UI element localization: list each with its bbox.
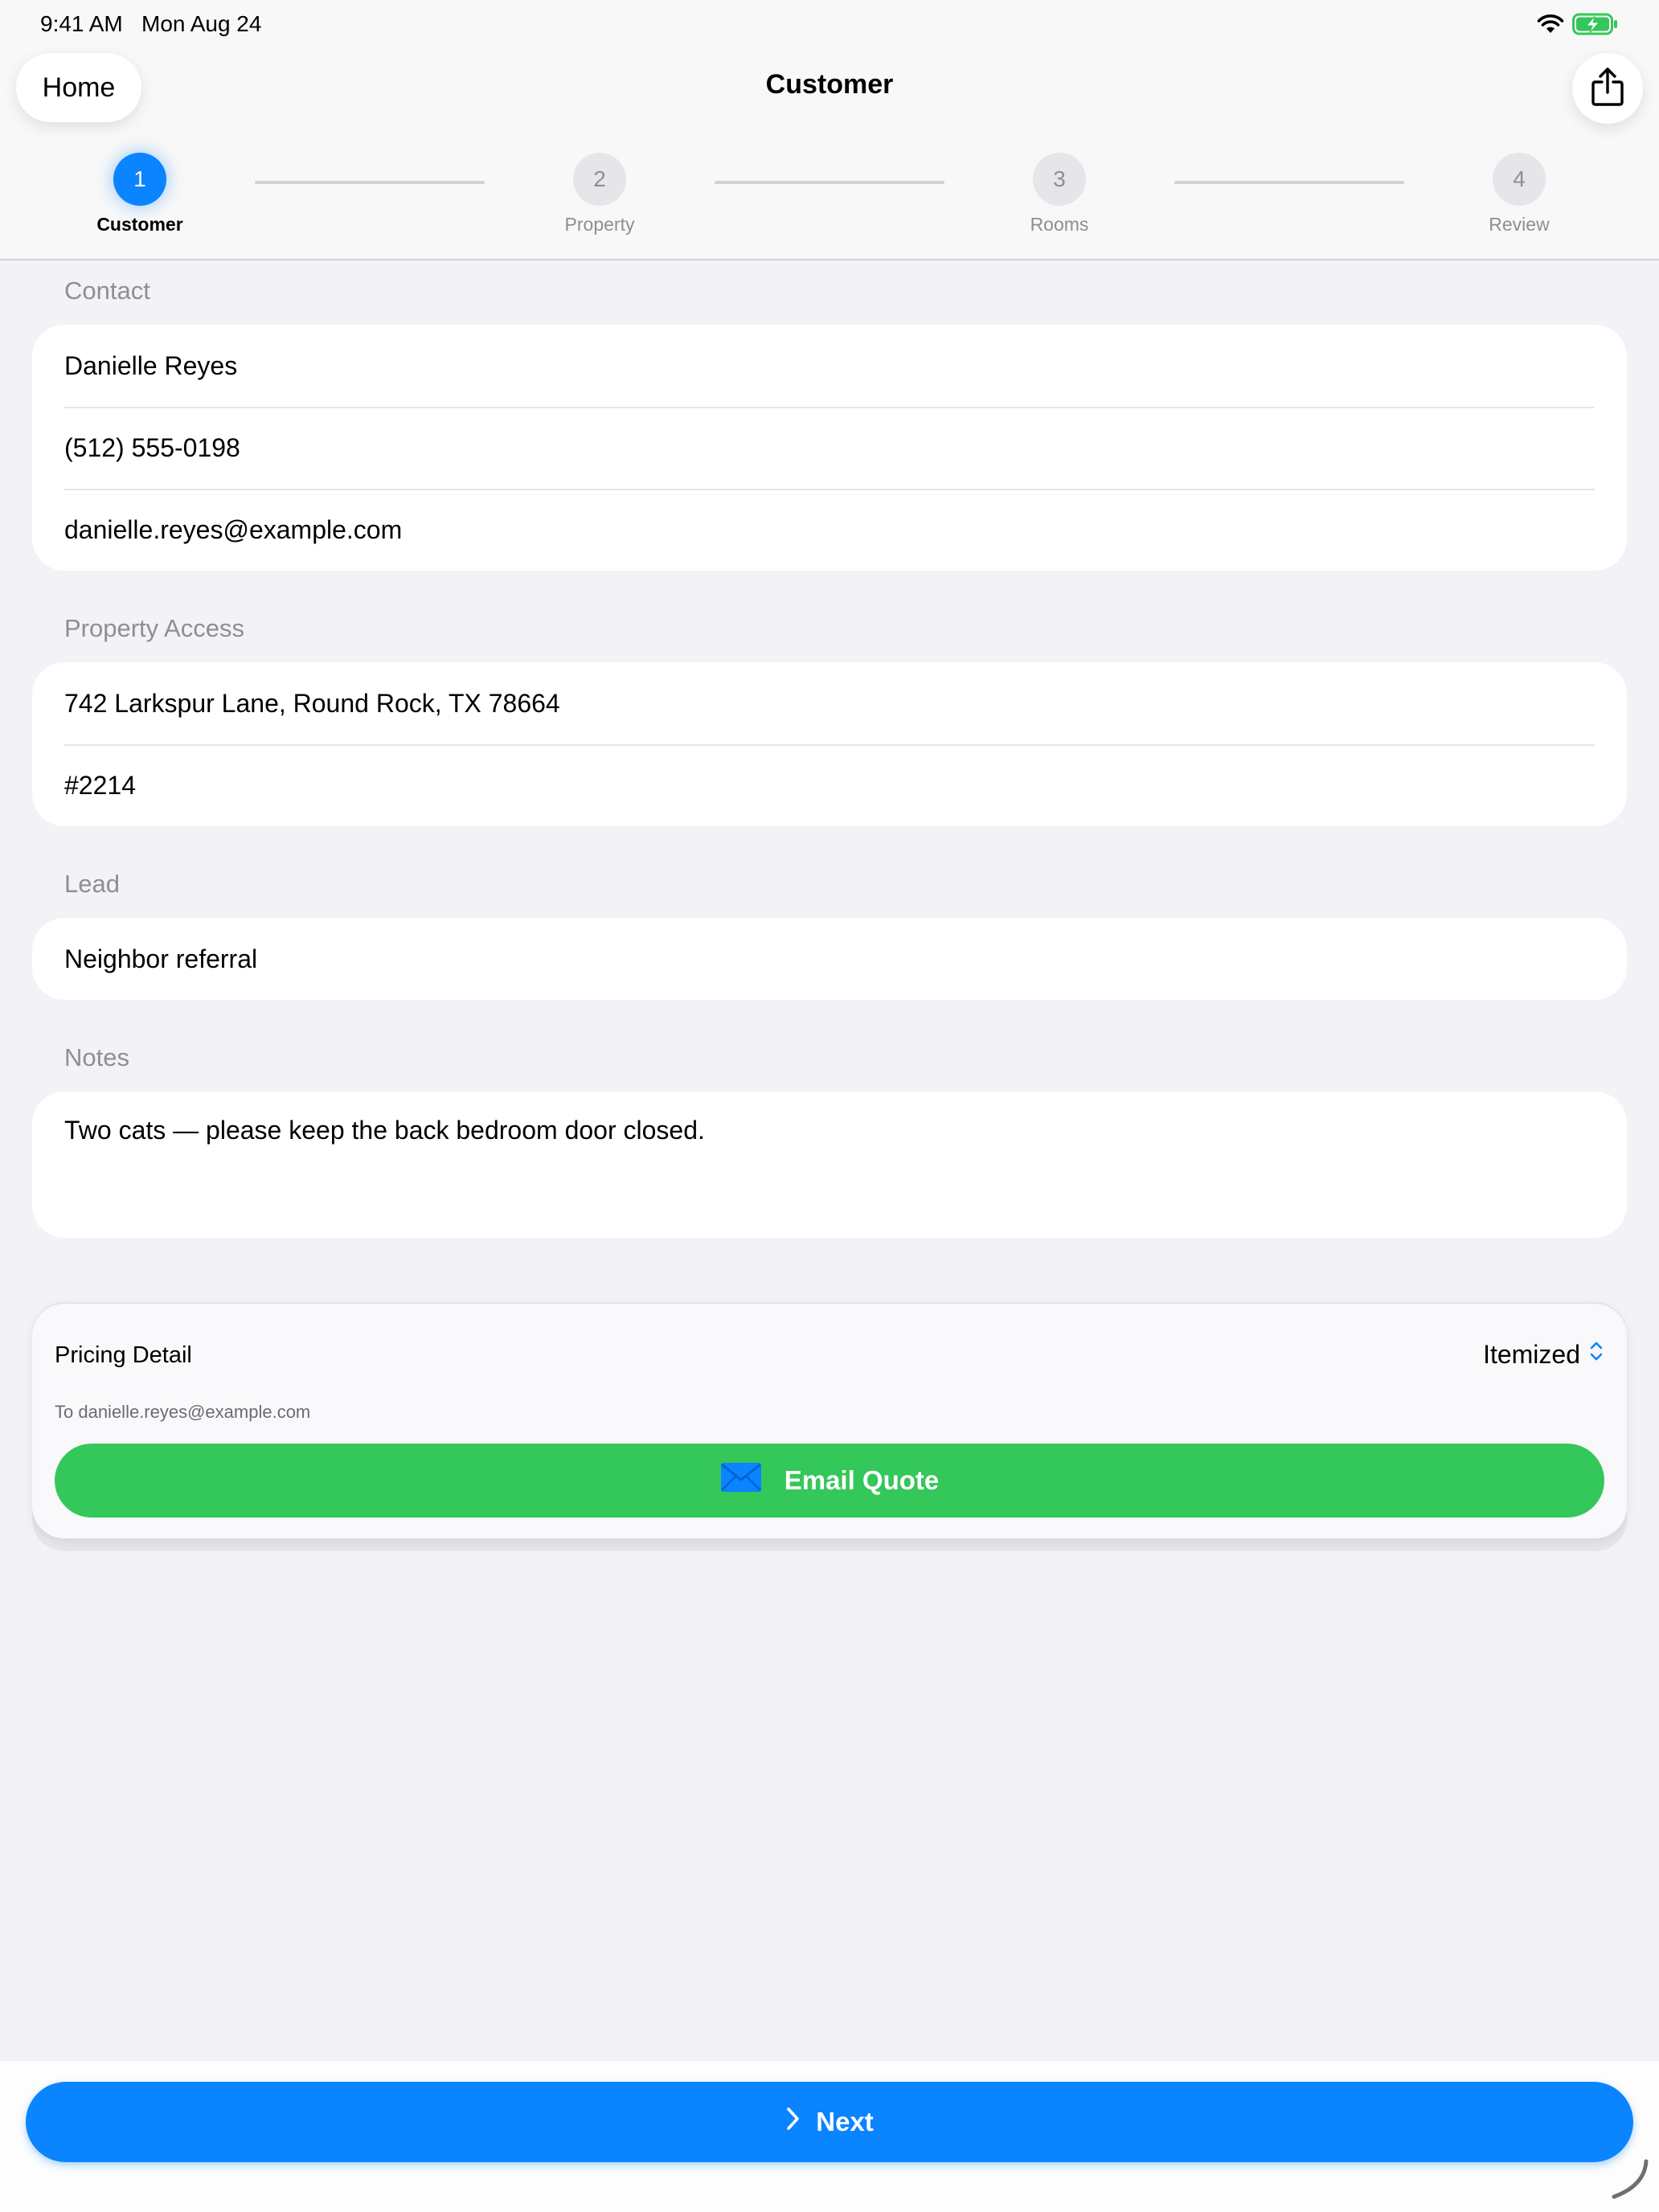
step-connector xyxy=(1174,181,1404,184)
next-button[interactable]: Next xyxy=(26,2082,1633,2162)
status-icons xyxy=(1537,13,1619,39)
recipient-line: To danielle.reyes@example.com xyxy=(55,1402,311,1422)
top-bar: 9:41 AM Mon Aug 24 Home Customer 1 Custo… xyxy=(0,0,1659,260)
envelope-icon xyxy=(720,1462,762,1499)
step-number: 4 xyxy=(1493,153,1546,206)
property-access-card: 742 Larkspur Lane, Round Rock, TX 78664 … xyxy=(32,662,1627,826)
lead-card: Neighbor referral xyxy=(32,918,1627,1000)
step-number: 2 xyxy=(573,153,626,206)
property-access-section-header: Property Access xyxy=(64,614,244,642)
battery-charging-icon xyxy=(1572,13,1619,39)
chevron-up-down-icon xyxy=(1588,1339,1604,1370)
wifi-icon xyxy=(1537,14,1564,39)
name-field[interactable]: Danielle Reyes xyxy=(32,325,1627,407)
status-date: Mon Aug 24 xyxy=(141,11,262,36)
step-label: Rooms xyxy=(1030,214,1089,235)
bottom-bar: Next xyxy=(0,2061,1659,2212)
next-label: Next xyxy=(816,2107,874,2136)
lead-section-header: Lead xyxy=(64,870,120,898)
step-connector xyxy=(255,181,485,184)
step-label: Customer xyxy=(96,214,183,235)
step-review[interactable]: 4 Review xyxy=(1423,153,1616,236)
contact-section-header: Contact xyxy=(64,276,150,305)
step-rooms[interactable]: 3 Rooms xyxy=(963,153,1156,236)
step-number: 1 xyxy=(113,153,166,206)
step-property[interactable]: 2 Property xyxy=(503,153,696,236)
step-number: 3 xyxy=(1033,153,1086,206)
step-label: Review xyxy=(1489,214,1550,235)
status-time: 9:41 AM xyxy=(40,11,123,36)
pricing-detail-value: Itemized xyxy=(1483,1339,1580,1369)
notes-field[interactable]: Two cats — please keep the back bedroom … xyxy=(32,1092,1627,1238)
notes-section-header: Notes xyxy=(64,1043,129,1071)
step-customer[interactable]: 1 Customer xyxy=(43,153,236,236)
access-code-field[interactable]: #2214 xyxy=(32,744,1627,826)
notes-text: Two cats — please keep the back bedroom … xyxy=(64,1116,705,1145)
resize-grip-icon[interactable] xyxy=(1608,2157,1651,2204)
address-field[interactable]: 742 Larkspur Lane, Round Rock, TX 78664 xyxy=(32,662,1627,744)
email-quote-button[interactable]: Email Quote xyxy=(55,1444,1604,1518)
share-icon xyxy=(1591,67,1624,111)
share-button[interactable] xyxy=(1572,53,1643,124)
step-connector xyxy=(715,181,944,184)
pricing-panel: Pricing Detail Itemized To danielle.reye… xyxy=(32,1304,1627,1538)
phone-field[interactable]: (512) 555-0198 xyxy=(32,407,1627,489)
contact-card: Danielle Reyes (512) 555-0198 danielle.r… xyxy=(32,325,1627,571)
email-field[interactable]: danielle.reyes@example.com xyxy=(32,489,1627,571)
lead-source-field[interactable]: Neighbor referral xyxy=(32,918,1627,1000)
page-title: Customer xyxy=(765,69,894,100)
step-label: Property xyxy=(564,214,635,235)
pricing-detail-picker[interactable]: Itemized xyxy=(1483,1339,1604,1370)
chevron-right-icon xyxy=(785,2106,801,2138)
email-quote-label: Email Quote xyxy=(784,1465,940,1495)
pricing-detail-label: Pricing Detail xyxy=(55,1342,192,1368)
